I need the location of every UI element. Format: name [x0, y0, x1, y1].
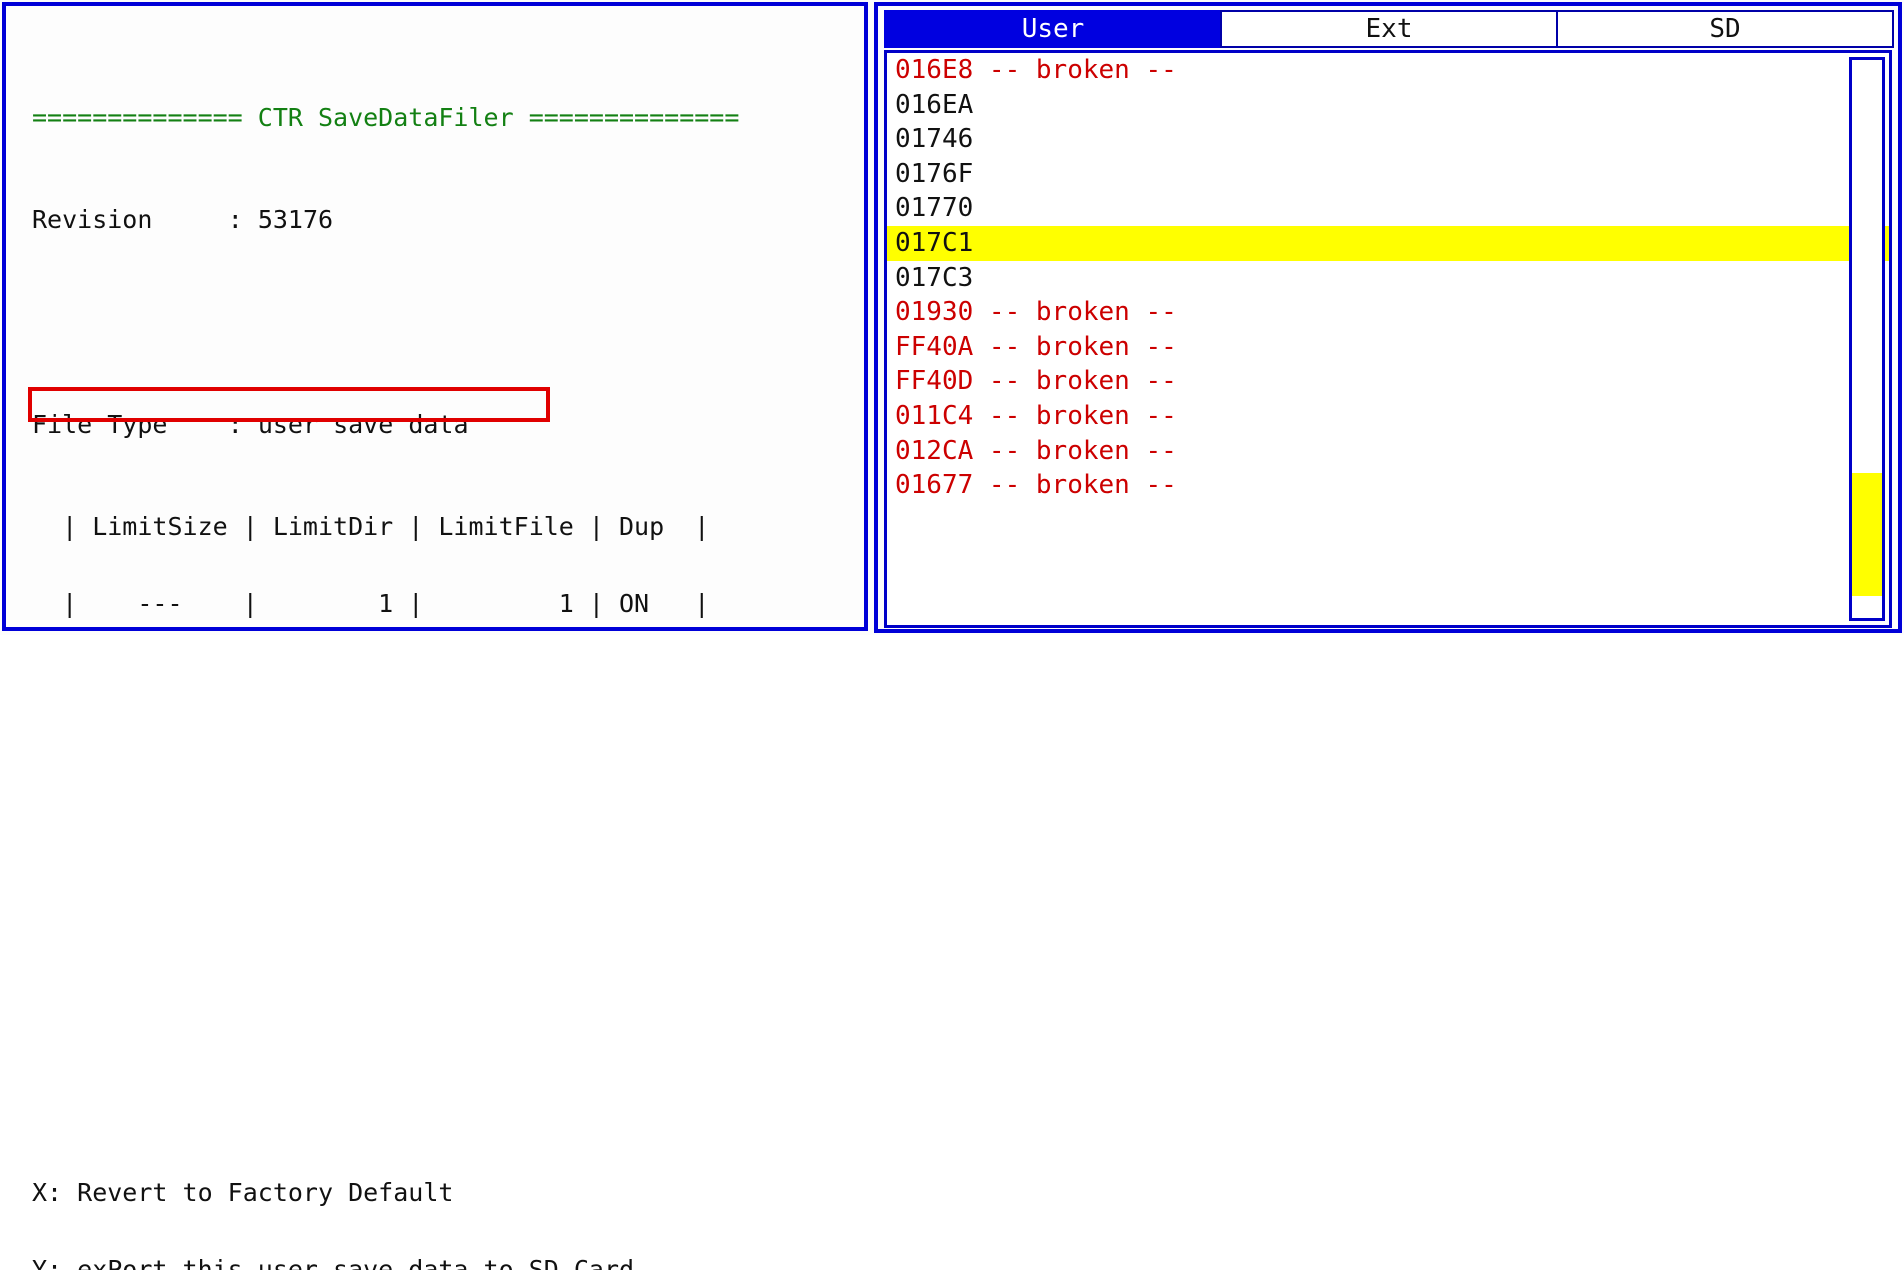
- savedata-list[interactable]: 016E8 -- broken --016EA017460176F0177001…: [887, 53, 1889, 625]
- spacer: [32, 1001, 860, 1027]
- spacer: [32, 924, 860, 950]
- list-item-status: -- broken --: [973, 55, 1177, 85]
- revision-label: Revision: [32, 205, 152, 234]
- app-title-line: ============== CTR SaveDataFiler =======…: [32, 105, 860, 131]
- list-item-id: 011C4: [895, 401, 973, 431]
- list-item-id: 0176F: [895, 159, 973, 189]
- list-item-id: 01746: [895, 124, 973, 154]
- list-item-id: 017C3: [895, 263, 973, 293]
- list-item[interactable]: 016EA: [887, 88, 1889, 123]
- list-item-id: 01930: [895, 297, 973, 327]
- list-item-id: FF40D: [895, 366, 973, 396]
- tab-user-label: User: [1022, 14, 1085, 44]
- file-type-line: File Type : user save data: [32, 412, 860, 438]
- tab-bar: User Ext SD: [884, 10, 1892, 48]
- app-root: ============== CTR SaveDataFiler =======…: [0, 0, 1904, 635]
- spacer: [32, 1077, 860, 1103]
- list-item-id: 016EA: [895, 90, 973, 120]
- tab-sd[interactable]: SD: [1556, 10, 1894, 48]
- list-scrollbar[interactable]: [1849, 57, 1885, 621]
- savedata-list-panel: User Ext SD 016E8 -- broken --016EA01746…: [874, 2, 1902, 633]
- console-panel: ============== CTR SaveDataFiler =======…: [2, 2, 868, 631]
- action-revert-factory-default[interactable]: X: Revert to Factory Default: [32, 1180, 860, 1206]
- list-item[interactable]: 0176F: [887, 157, 1889, 192]
- file-type-label: File Type: [32, 410, 167, 439]
- list-item-status: -- broken --: [973, 332, 1177, 362]
- list-item-id: 01677: [895, 470, 973, 500]
- file-type-separator: :: [228, 410, 243, 439]
- spacer: [32, 693, 860, 719]
- list-item-status: -- broken --: [973, 401, 1177, 431]
- savedata-list-frame: 016E8 -- broken --016EA017460176F0177001…: [884, 50, 1892, 628]
- tab-sd-label: SD: [1709, 14, 1740, 44]
- list-item[interactable]: 017C3: [887, 261, 1889, 296]
- list-item-id: 012CA: [895, 436, 973, 466]
- list-item[interactable]: 01770: [887, 191, 1889, 226]
- tab-user[interactable]: User: [884, 10, 1222, 48]
- list-item[interactable]: FF40D -- broken --: [887, 364, 1889, 399]
- spacer: [32, 847, 860, 873]
- list-item-status: -- broken --: [973, 366, 1177, 396]
- file-type-value: user save data: [258, 410, 469, 439]
- limits-table-row: | --- | 1 | 1 | ON |: [32, 591, 860, 617]
- list-item[interactable]: 017C1: [887, 226, 1889, 261]
- revision-value: 53176: [258, 205, 333, 234]
- list-item-id: 01770: [895, 193, 973, 223]
- spacer: [32, 310, 860, 336]
- list-item-id: FF40A: [895, 332, 973, 362]
- list-item[interactable]: 016E8 -- broken --: [887, 53, 1889, 88]
- list-item-status: -- broken --: [973, 470, 1177, 500]
- tab-ext[interactable]: Ext: [1220, 10, 1558, 48]
- console-text: ============== CTR SaveDataFiler =======…: [32, 28, 860, 1270]
- list-item[interactable]: 012CA -- broken --: [887, 434, 1889, 469]
- action-export-user-save-data[interactable]: Y: exPort this user save data to SD Card: [32, 1257, 860, 1270]
- revision-line: Revision : 53176: [32, 207, 860, 233]
- revision-separator: :: [228, 205, 243, 234]
- limits-table-header: | LimitSize | LimitDir | LimitFile | Dup…: [32, 514, 860, 540]
- list-item[interactable]: 01746: [887, 122, 1889, 157]
- list-item[interactable]: FF40A -- broken --: [887, 330, 1889, 365]
- tab-ext-label: Ext: [1366, 14, 1413, 44]
- list-item[interactable]: 011C4 -- broken --: [887, 399, 1889, 434]
- list-scrollbar-thumb[interactable]: [1852, 473, 1882, 596]
- list-item[interactable]: 01930 -- broken --: [887, 295, 1889, 330]
- list-item-id: 016E8: [895, 55, 973, 85]
- list-item-id: 017C1: [895, 228, 973, 258]
- list-item-status: -- broken --: [973, 297, 1177, 327]
- spacer: [32, 770, 860, 796]
- list-item-status: -- broken --: [973, 436, 1177, 466]
- list-item[interactable]: 01677 -- broken --: [887, 468, 1889, 503]
